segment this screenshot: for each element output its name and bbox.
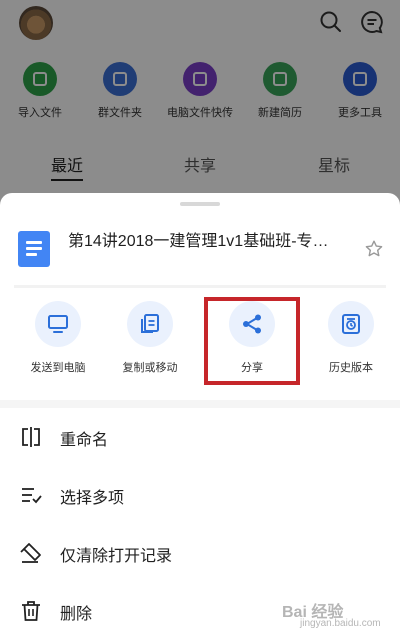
menu-label: 重命名 xyxy=(60,432,109,449)
menu-item-rename[interactable]: 重命名 xyxy=(0,408,400,466)
drag-handle[interactable] xyxy=(180,202,220,206)
copy-or-move-button[interactable]: 复制或移动 xyxy=(104,301,196,375)
share-highlight-box xyxy=(204,297,300,385)
menu-label: 选择多项 xyxy=(60,490,125,507)
section-separator xyxy=(0,400,400,408)
file-header: 第14讲2018一建管理1v1基础班-专… xyxy=(0,219,400,275)
menu-item-clear-history[interactable]: 仅清除打开记录 xyxy=(0,524,400,582)
watermark-url: jingyan.baidu.com xyxy=(300,618,381,629)
action-row: 发送到电脑 复制或移动 分享 历史版本 xyxy=(0,301,400,385)
history-versions-button[interactable]: 历史版本 xyxy=(305,301,397,375)
file-title: 第14讲2018一建管理1v1基础班-专… xyxy=(68,233,329,250)
menu-label: 仅清除打开记录 xyxy=(60,548,173,565)
send-to-pc-button[interactable]: 发送到电脑 xyxy=(12,301,104,375)
trash-icon xyxy=(22,601,40,621)
action-label: 复制或移动 xyxy=(122,362,178,374)
monitor-icon xyxy=(48,315,68,333)
action-label: 发送到电脑 xyxy=(30,362,86,374)
menu-label: 删除 xyxy=(60,606,93,623)
eraser-icon xyxy=(20,543,41,563)
history-icon xyxy=(342,314,360,334)
rename-icon xyxy=(22,427,40,447)
document-icon xyxy=(18,231,50,267)
bottom-sheet: 第14讲2018一建管理1v1基础班-专… 发送到电脑 复制或移动 分享 历史版… xyxy=(0,193,400,641)
copy-icon xyxy=(141,314,159,333)
menu-item-select-multiple[interactable]: 选择多项 xyxy=(0,466,400,524)
star-icon[interactable] xyxy=(364,239,384,259)
action-label: 历史版本 xyxy=(329,362,373,374)
divider xyxy=(14,285,386,288)
multi-select-icon xyxy=(22,488,42,504)
